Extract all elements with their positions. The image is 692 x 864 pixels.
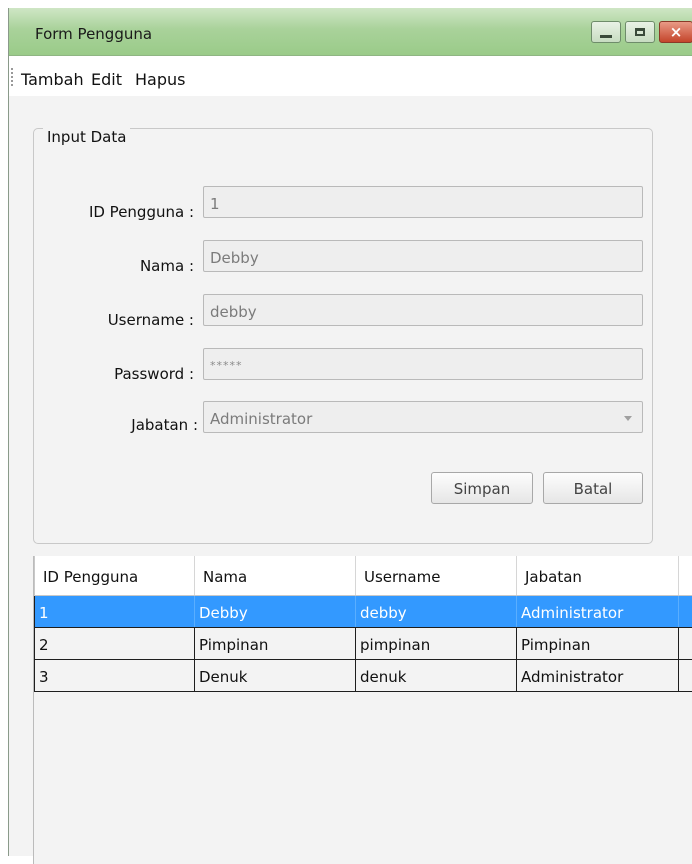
table-cell: 1 [34,596,195,627]
table-row[interactable]: 2 Pimpinan pimpinan Pimpinan [34,628,692,660]
title-bar[interactable]: Form Pengguna × [9,8,692,56]
id-pengguna-label: ID Pengguna : [88,203,194,221]
menu-item-tambah[interactable]: Tambah [21,70,84,89]
table-cell: pimpinan [356,628,517,659]
chevron-down-icon [624,416,632,421]
column-header-nama[interactable]: Nama [195,556,356,595]
column-header-username[interactable]: Username [356,556,517,595]
simpan-button[interactable]: Simpan [431,472,533,504]
table-cell: Debby [195,596,356,627]
jabatan-label: Jabatan : [131,416,198,434]
username-label: Username : [107,311,194,329]
username-field[interactable]: debby [203,294,643,326]
toolbar-grip-icon[interactable] [11,68,13,88]
batal-button[interactable]: Batal [543,472,643,504]
jabatan-select[interactable]: Administrator [203,401,643,433]
table-cell: Administrator [517,660,679,691]
table-cell: debby [356,596,517,627]
password-label: Password : [114,365,194,383]
minimize-icon [600,34,612,38]
table-cell: 3 [34,660,195,691]
table-row[interactable]: 1 Debby debby Administrator [34,596,692,628]
window-title: Form Pengguna [35,25,153,43]
table-cell: Pimpinan [517,628,679,659]
form-pengguna-window: Form Pengguna × Tambah Edit Hapus Input … [8,8,692,864]
maximize-button[interactable] [625,21,655,43]
input-data-group-title: Input Data [43,128,131,146]
nama-label: Nama : [139,257,194,275]
table-row[interactable]: 3 Denuk denuk Administrator [34,660,692,692]
table-cell: Administrator [517,596,679,627]
table-header-row: ID Pengguna Nama Username Jabatan [34,556,692,596]
close-button[interactable]: × [659,21,692,43]
table-cell: Pimpinan [195,628,356,659]
minimize-button[interactable] [591,21,621,43]
menu-item-edit[interactable]: Edit [91,70,122,89]
table-cell: Denuk [195,660,356,691]
close-icon: × [669,22,683,41]
password-field[interactable]: ***** [203,348,643,380]
menu-item-hapus[interactable]: Hapus [135,70,185,89]
menu-bar: Tambah Edit Hapus [9,56,692,96]
nama-field[interactable]: Debby [203,240,643,272]
table-cell: 2 [34,628,195,659]
maximize-icon [635,28,645,36]
data-table: ID Pengguna Nama Username Jabatan 1 Debb… [33,556,692,864]
window-controls: × [591,21,692,43]
column-header-id[interactable]: ID Pengguna [34,556,195,595]
jabatan-selected-value: Administrator [210,410,313,428]
column-header-jabatan[interactable]: Jabatan [517,556,679,595]
table-cell: denuk [356,660,517,691]
id-pengguna-field[interactable]: 1 [203,186,643,218]
